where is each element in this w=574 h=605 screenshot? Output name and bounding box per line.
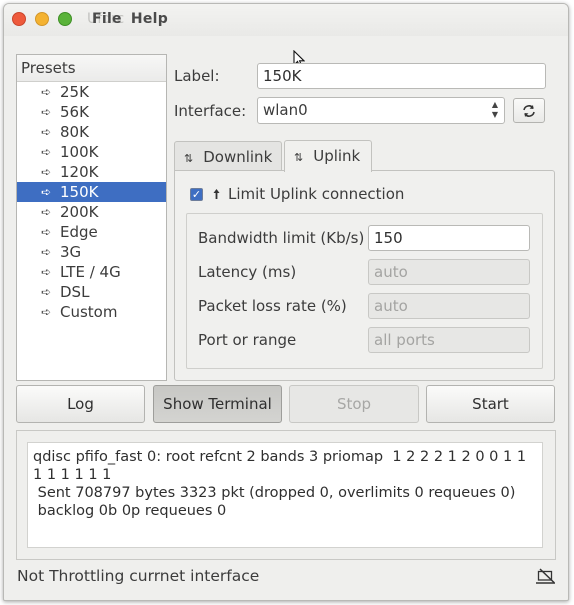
close-window-button[interactable] bbox=[12, 12, 26, 26]
packet-loss-input[interactable]: auto bbox=[368, 293, 530, 319]
spinner-arrows-icon: ▲ ▼ bbox=[491, 100, 498, 119]
preset-item[interactable]: ➪ LTE / 4G bbox=[17, 262, 166, 282]
preset-arrow-icon: ➪ bbox=[41, 245, 52, 259]
minimize-window-button[interactable] bbox=[35, 12, 49, 26]
preset-arrow-icon: ➪ bbox=[41, 185, 52, 199]
tab-uplink-label: Uplink bbox=[313, 147, 361, 165]
menu-help[interactable]: Help bbox=[131, 11, 168, 27]
latency-input[interactable]: auto bbox=[368, 259, 530, 285]
bandwidth-limit-input[interactable]: 150 bbox=[368, 225, 530, 251]
show-terminal-button[interactable]: Show Terminal bbox=[153, 385, 282, 423]
preset-item[interactable]: ➪ Custom bbox=[17, 302, 166, 322]
preset-item[interactable]: ➪ 25K bbox=[17, 82, 166, 102]
preset-label: Custom bbox=[60, 303, 118, 321]
network-disconnected-icon bbox=[536, 568, 555, 584]
tab-downlink[interactable]: ⇅ Downlink bbox=[174, 141, 282, 171]
stop-button[interactable]: Stop bbox=[289, 385, 419, 423]
presets-items: ➪ 25K ➪ 56K ➪ 80K ➪ 100K ➪ 120K ➪ 150K ➪ 200K ➪ Edge ➪ 3G… bbox=[17, 82, 166, 322]
port-range-input[interactable]: all ports bbox=[368, 327, 530, 353]
presets-list[interactable]: Presets ➪ 25K ➪ 56K ➪ 80K ➪ 100K ➪ 120K ➪ 150K ➪ 200K… bbox=[16, 54, 167, 381]
preset-item[interactable]: ➪ Edge bbox=[17, 222, 166, 242]
preset-item[interactable]: ➪ 3G bbox=[17, 242, 166, 262]
log-button[interactable]: Log bbox=[16, 385, 145, 423]
preset-arrow-icon: ➪ bbox=[41, 225, 52, 239]
tab-downlink-label: Downlink bbox=[203, 148, 273, 166]
terminal-frame: qdisc pfifo_fast 0: root refcnt 2 bands … bbox=[16, 430, 556, 560]
preset-arrow-icon: ➪ bbox=[41, 205, 52, 219]
preset-arrow-icon: ➪ bbox=[41, 265, 52, 279]
preset-arrow-icon: ➪ bbox=[41, 145, 52, 159]
interface-select-value: wlan0 bbox=[263, 101, 308, 119]
preset-item[interactable]: ➪ DSL bbox=[17, 282, 166, 302]
up-arrow-icon bbox=[213, 189, 220, 199]
preset-label: LTE / 4G bbox=[60, 263, 121, 281]
refresh-interfaces-button[interactable] bbox=[513, 98, 545, 123]
maximize-window-button[interactable] bbox=[58, 12, 72, 26]
title-bar: Ufdrc File Help bbox=[4, 4, 568, 36]
app-window: Ufdrc File Help Presets ➪ 25K ➪ 56K ➪ 80K ➪ 100K… bbox=[3, 3, 569, 601]
preset-item[interactable]: ➪ 56K bbox=[17, 102, 166, 122]
preset-arrow-icon: ➪ bbox=[41, 305, 52, 319]
preset-item[interactable]: ➪ 150K bbox=[17, 182, 166, 202]
latency-label: Latency (ms) bbox=[198, 263, 297, 281]
updown-arrows-icon: ⇅ bbox=[294, 151, 304, 164]
preset-arrow-icon: ➪ bbox=[41, 165, 52, 179]
packet-loss-label: Packet loss rate (%) bbox=[198, 297, 347, 315]
status-text: Not Throttling currnet interface bbox=[17, 567, 260, 585]
tab-uplink[interactable]: ⇅ Uplink bbox=[284, 140, 372, 172]
preset-item[interactable]: ➪ 120K bbox=[17, 162, 166, 182]
preset-item[interactable]: ➪ 100K bbox=[17, 142, 166, 162]
refresh-icon bbox=[523, 105, 535, 117]
preset-item[interactable]: ➪ 80K bbox=[17, 122, 166, 142]
preset-arrow-icon: ➪ bbox=[41, 105, 52, 119]
terminal-output[interactable]: qdisc pfifo_fast 0: root refcnt 2 bands … bbox=[27, 442, 543, 548]
menu-bar: File Help bbox=[92, 11, 177, 27]
start-button[interactable]: Start bbox=[426, 385, 555, 423]
interface-caption: Interface: bbox=[174, 102, 247, 120]
bandwidth-limit-label: Bandwidth limit (Kb/s) bbox=[198, 229, 365, 247]
interface-select[interactable]: wlan0 ▲ ▼ bbox=[257, 97, 505, 124]
limit-uplink-checkbox[interactable]: ✓ bbox=[190, 188, 203, 201]
preset-item[interactable]: ➪ 200K bbox=[17, 202, 166, 222]
port-range-label: Port or range bbox=[198, 331, 297, 349]
presets-header: Presets bbox=[17, 55, 166, 82]
label-input[interactable]: 150K bbox=[257, 63, 546, 89]
menu-file[interactable]: File bbox=[92, 11, 122, 27]
limit-uplink-label: Limit Uplink connection bbox=[228, 185, 405, 203]
preset-arrow-icon: ➪ bbox=[41, 85, 52, 99]
preset-arrow-icon: ➪ bbox=[41, 125, 52, 139]
updown-arrows-icon: ⇅ bbox=[184, 152, 194, 165]
preset-arrow-icon: ➪ bbox=[41, 285, 52, 299]
label-caption: Label: bbox=[174, 67, 220, 85]
